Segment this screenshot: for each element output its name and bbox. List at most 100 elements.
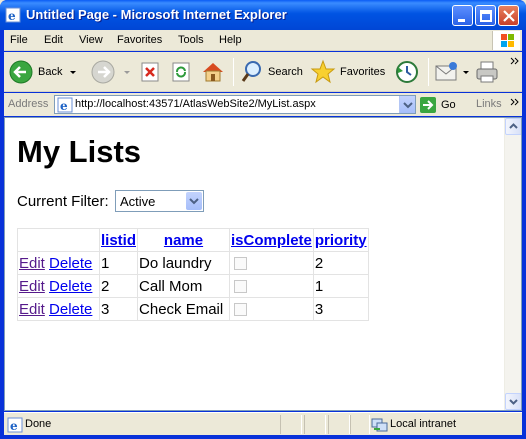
security-zone: Local intranet	[390, 418, 457, 430]
delete-link[interactable]: Delete	[49, 301, 92, 318]
links-overflow-icon[interactable]	[510, 97, 520, 107]
toolbar-overflow-icon[interactable]	[510, 56, 520, 66]
grid-header-iscomplete[interactable]: isComplete	[229, 228, 314, 252]
close-button[interactable]	[498, 5, 519, 26]
table-row: Edit Delete 1 Do laundry 2	[17, 251, 369, 275]
status-pane	[280, 415, 302, 434]
filter-label: Current Filter:	[17, 193, 109, 210]
search-label: Search	[268, 66, 303, 78]
ie-icon: e	[5, 7, 21, 23]
back-button[interactable]: Back	[8, 58, 78, 86]
chevron-down-icon	[509, 399, 518, 405]
mail-dropdown-icon[interactable]	[461, 67, 471, 77]
filter-selected-value: Active	[120, 194, 156, 209]
search-button[interactable]: Search	[240, 58, 303, 86]
refresh-button[interactable]	[170, 58, 192, 86]
home-icon	[203, 63, 223, 82]
forward-arrow-icon	[91, 60, 115, 84]
cell-name: Call Mom	[137, 274, 231, 298]
menu-view[interactable]: View	[79, 34, 103, 46]
cell-iscomplete	[229, 274, 314, 298]
close-icon	[503, 10, 515, 22]
go-arrow-icon	[420, 96, 436, 113]
stop-icon	[141, 62, 159, 82]
delete-link[interactable]: Delete	[49, 278, 92, 295]
status-pane	[328, 415, 350, 434]
iscomplete-checkbox	[234, 257, 248, 271]
menu-edit[interactable]: Edit	[44, 34, 63, 46]
vertical-scrollbar[interactable]	[504, 118, 521, 410]
windows-logo-icon	[492, 31, 520, 50]
menu-favorites[interactable]: Favorites	[117, 34, 162, 46]
window-title: Untitled Page - Microsoft Internet Explo…	[26, 7, 287, 22]
stop-button[interactable]	[139, 58, 161, 86]
history-button[interactable]	[394, 58, 420, 86]
menu-tools[interactable]: Tools	[178, 34, 204, 46]
edit-link[interactable]: Edit	[19, 301, 45, 318]
refresh-icon	[172, 62, 190, 82]
toolbar-separator	[233, 58, 234, 86]
svg-text:e: e	[8, 9, 16, 23]
status-pane	[304, 415, 326, 434]
minimize-button[interactable]	[452, 5, 473, 26]
standard-toolbar: Back Search Favorites	[4, 52, 522, 92]
menu-file[interactable]: File	[10, 34, 28, 46]
go-label: Go	[441, 98, 456, 111]
go-button[interactable]: Go	[419, 95, 456, 114]
grid-header-listid[interactable]: listid	[98, 228, 139, 252]
page-content: My Lists Current Filter: Active listid n…	[5, 118, 505, 410]
menu-bar: File Edit View Favorites Tools Help	[4, 30, 522, 51]
address-dropdown-button[interactable]	[399, 96, 415, 113]
browser-window: e Untitled Page - Microsoft Internet Exp…	[0, 0, 526, 439]
scroll-up-button[interactable]	[505, 118, 521, 135]
grid-header-name[interactable]: name	[137, 228, 231, 252]
svg-text:e: e	[10, 419, 18, 433]
cell-name: Do laundry	[137, 251, 231, 275]
grid-header-priority[interactable]: priority	[312, 228, 369, 252]
iscomplete-checkbox	[234, 303, 248, 317]
mail-button[interactable]	[434, 58, 471, 86]
menu-help[interactable]: Help	[219, 34, 242, 46]
back-arrow-icon	[9, 60, 33, 84]
address-bar: Address e http://localhost:43571/AtlasWe…	[4, 93, 522, 116]
chevron-down-icon	[403, 102, 413, 109]
row-commands: Edit Delete	[17, 251, 100, 275]
lists-grid: listid name isComplete priority Edit Del…	[17, 228, 369, 321]
links-button[interactable]: Links	[476, 98, 502, 110]
address-label: Address	[8, 98, 49, 110]
address-input[interactable]: e http://localhost:43571/AtlasWebSite2/M…	[54, 95, 416, 114]
mail-icon	[435, 62, 457, 81]
maximize-button[interactable]	[475, 5, 496, 26]
edit-link[interactable]: Edit	[19, 278, 45, 295]
cell-listid: 2	[98, 274, 139, 298]
home-button[interactable]	[200, 58, 226, 86]
forward-button[interactable]	[90, 58, 132, 86]
cell-priority: 2	[312, 251, 369, 275]
intranet-zone-icon	[371, 418, 388, 432]
status-bar: e Done Local intranet	[4, 412, 522, 435]
edit-link[interactable]: Edit	[19, 255, 45, 272]
table-row: Edit Delete 2 Call Mom 1	[17, 274, 369, 298]
iscomplete-checkbox	[234, 280, 248, 294]
print-button[interactable]	[474, 58, 500, 86]
history-icon	[396, 61, 418, 83]
favorites-button[interactable]: Favorites	[310, 58, 385, 86]
page-icon: e	[57, 97, 73, 113]
page-done-icon: e	[7, 417, 23, 433]
cell-priority: 1	[312, 274, 369, 298]
title-bar[interactable]: e Untitled Page - Microsoft Internet Exp…	[0, 0, 526, 30]
back-dropdown-icon[interactable]	[68, 67, 78, 77]
filter-select[interactable]: Active	[115, 190, 204, 212]
scroll-down-button[interactable]	[505, 393, 521, 410]
delete-link[interactable]: Delete	[49, 255, 92, 272]
toolbar-separator	[428, 58, 429, 86]
address-url: http://localhost:43571/AtlasWebSite2/MyL…	[75, 98, 316, 110]
filter-dropdown-button[interactable]	[186, 192, 202, 210]
cell-iscomplete	[229, 251, 314, 275]
cell-listid: 1	[98, 251, 139, 275]
svg-text:e: e	[60, 99, 68, 113]
forward-dropdown-icon[interactable]	[122, 67, 132, 77]
minimize-icon	[458, 19, 465, 22]
favorites-label: Favorites	[340, 66, 386, 78]
page-title: My Lists	[17, 134, 142, 169]
